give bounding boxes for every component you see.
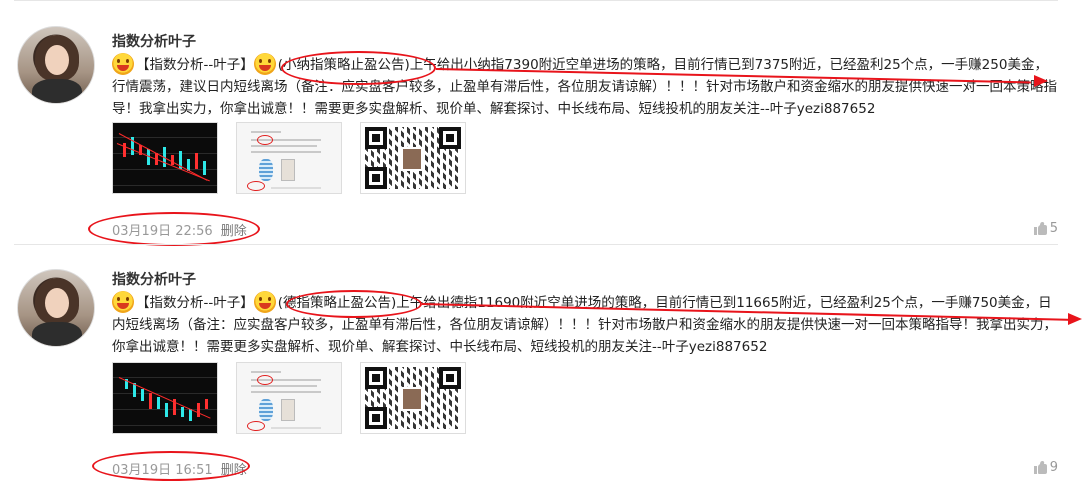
screenshot-thumbnail[interactable] [236, 122, 342, 194]
like-count: 5 [1049, 221, 1058, 236]
avatar[interactable] [17, 26, 95, 104]
avatar[interactable] [17, 269, 95, 347]
delete-link[interactable]: 删除 [221, 463, 247, 478]
post-tag: 【指数分析--叶子】 [136, 57, 254, 73]
like-button[interactable]: 9 [1033, 460, 1058, 475]
post-card: 指数分析叶子 【指数分析--叶子】 (小纳指策略止盈公告)上午给出小纳指7390附… [0, 0, 1086, 247]
grinning-emoji-icon [253, 53, 276, 75]
post-time: 03月19日 16:51 [112, 463, 213, 478]
strategy-title: (小纳指策略止盈公告) [277, 57, 410, 73]
strategy-title: (德指策略止盈公告) [277, 295, 397, 311]
post-time: 03月19日 22:56 [112, 224, 213, 239]
annotation-arrowhead [1034, 75, 1048, 87]
thumbs-up-icon [1033, 222, 1047, 235]
annotation-arrowhead [1068, 313, 1082, 325]
author-name[interactable]: 指数分析叶子 [112, 31, 196, 51]
grinning-emoji-icon [112, 291, 134, 313]
author-name[interactable]: 指数分析叶子 [112, 269, 196, 289]
qr-code-thumbnail[interactable] [360, 122, 466, 194]
post-card: 指数分析叶子 【指数分析--叶子】 (德指策略止盈公告)上午给出德指11690附近… [0, 247, 1086, 494]
post-meta: 03月19日 16:51 删除 [112, 459, 247, 478]
post-text: 【指数分析--叶子】 (小纳指策略止盈公告)上午给出小纳指7390附近空单进场的策… [112, 53, 1060, 120]
post-divider [14, 244, 1058, 245]
post-tag: 【指数分析--叶子】 [136, 295, 254, 311]
grinning-emoji-icon [112, 53, 134, 75]
screenshot-thumbnail[interactable] [236, 362, 342, 434]
post-text: 【指数分析--叶子】 (德指策略止盈公告)上午给出德指11690附近空单进场的策略… [112, 291, 1060, 358]
like-button[interactable]: 5 [1033, 221, 1058, 236]
delete-link[interactable]: 删除 [221, 224, 247, 239]
chart-thumbnail[interactable] [112, 362, 218, 434]
qr-code-thumbnail[interactable] [360, 362, 466, 434]
like-count: 9 [1049, 460, 1058, 475]
thumbs-up-icon [1033, 461, 1047, 474]
grinning-emoji-icon [253, 291, 276, 313]
chart-thumbnail[interactable] [112, 122, 218, 194]
post-meta: 03月19日 22:56 删除 [112, 220, 247, 239]
